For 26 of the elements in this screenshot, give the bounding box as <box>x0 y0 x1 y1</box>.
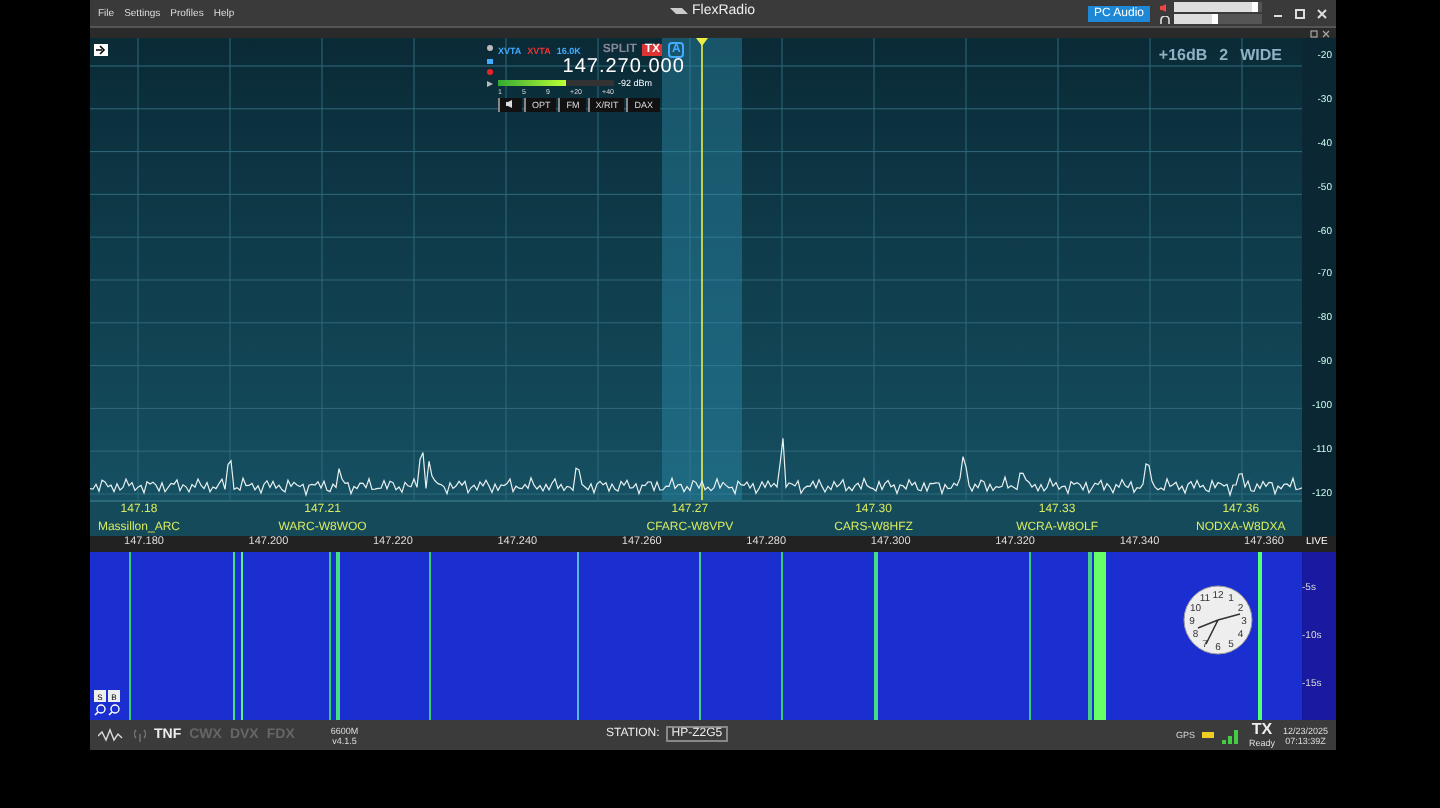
tx-status: TX <box>1251 722 1273 738</box>
waveform-icon[interactable] <box>98 728 126 742</box>
audio-button[interactable] <box>498 98 522 112</box>
pan-setting[interactable]: 2 <box>1219 46 1229 64</box>
arrow-icon[interactable] <box>94 44 108 56</box>
restore-icon[interactable] <box>1310 29 1318 37</box>
signal-bars-icon <box>1222 727 1241 743</box>
tuning-marker[interactable] <box>696 38 708 500</box>
signal-icon[interactable] <box>134 728 146 742</box>
headphones-icon <box>1160 15 1170 23</box>
pan-setting[interactable]: WIDE <box>1240 46 1282 64</box>
volume-slider[interactable] <box>1174 14 1262 24</box>
frequency-display[interactable]: 147.270.000 <box>562 58 685 78</box>
logo-icon <box>670 6 688 16</box>
battery-icon <box>1202 732 1215 738</box>
speaker-icon <box>1160 3 1170 11</box>
speaker-icon <box>506 100 516 108</box>
play-icon[interactable] <box>486 80 494 88</box>
maximize-icon[interactable] <box>1294 7 1306 19</box>
volume-slider[interactable] <box>1174 2 1262 12</box>
zoom-out-icon[interactable] <box>94 704 106 716</box>
close-icon[interactable] <box>1322 29 1330 37</box>
pan-setting[interactable]: +16dB <box>1158 46 1208 64</box>
zoom-in-icon[interactable] <box>108 704 120 716</box>
record-icon[interactable] <box>486 68 494 76</box>
signal-meter <box>498 80 614 86</box>
